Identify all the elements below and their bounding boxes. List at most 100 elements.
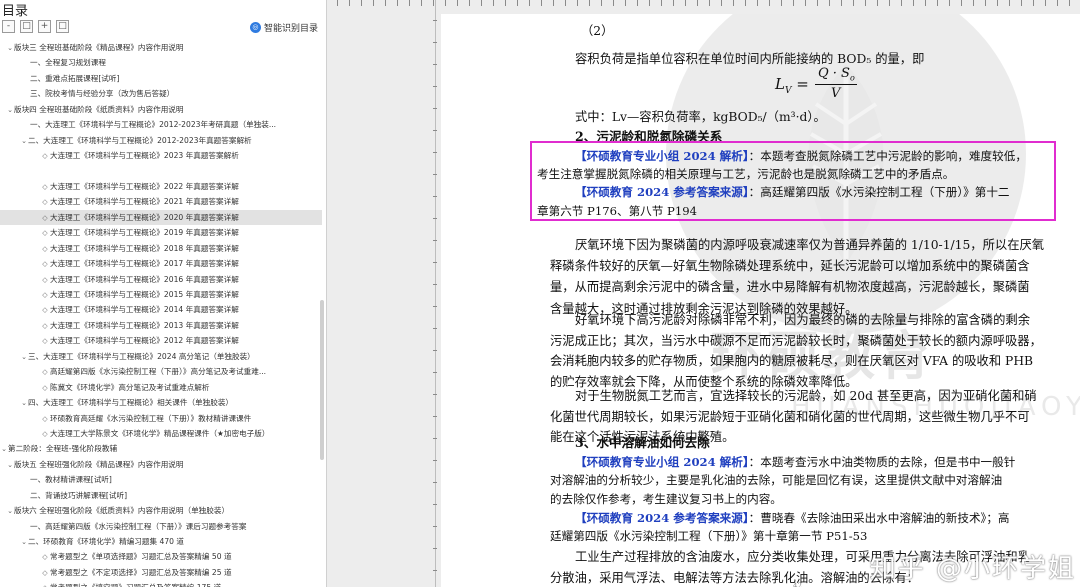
expand-toggle-icon[interactable]: ⌄ bbox=[0, 442, 8, 456]
expand-toggle-icon[interactable]: ⌄ bbox=[6, 504, 14, 518]
bookmark-diamond-icon: ◇ bbox=[42, 306, 48, 315]
expand-all-icon[interactable]: + bbox=[38, 20, 51, 33]
outline-item[interactable]: ⌄版块三 全程班基础阶段《精品课程》内容作用说明 bbox=[0, 40, 322, 55]
expand-toggle-icon[interactable]: ⌄ bbox=[20, 396, 28, 410]
outline-item[interactable]: 一、全程复习规划课程 bbox=[0, 55, 322, 70]
outline-item[interactable]: 二、背诵技巧讲解课程[试听] bbox=[0, 488, 322, 503]
ruler-tick bbox=[601, 0, 602, 6]
outline-item-label: 大连理工《环境科学与工程概论》2019 年真题答案详解 bbox=[50, 228, 239, 238]
ruler-tick bbox=[709, 0, 710, 6]
outline-item[interactable]: ◇ 大连理工大学陈景文《环境化学》精品课程课件（★加密电子版） bbox=[0, 426, 322, 441]
outline-item-label: 大连理工《环境科学与工程概论》2015 年真题答案详解 bbox=[50, 290, 239, 299]
ruler-tick bbox=[433, 42, 437, 43]
ruler-tick bbox=[481, 0, 482, 6]
expand-toggle-icon[interactable]: ⌄ bbox=[20, 350, 28, 364]
outline-item-label: 大连理工《环境科学与工程概论》2022 年真题答案详解 bbox=[50, 181, 239, 191]
outline-item[interactable]: ◇ 高廷耀第四版《水污染控制工程（下册）》高分笔记及考试重难... bbox=[0, 364, 322, 379]
outline-item[interactable]: ◇ 大连理工《环境科学与工程概论》2012 年真题答案详解 bbox=[0, 333, 322, 348]
ruler-tick bbox=[433, 20, 437, 21]
outline-item[interactable]: ◇ 大连理工《环境科学与工程概论》2016 年真题答案详解 bbox=[0, 272, 322, 287]
outline-item[interactable]: ◇ 环硕教育高廷耀《水污染控制工程（下册）》教材精讲课课件 bbox=[0, 411, 322, 426]
bookmark-diamond-icon: ◇ bbox=[42, 321, 48, 330]
outline-item-label: 三、大连理工《环境科学与工程概论》2024 高分笔记（单独胶装） bbox=[28, 351, 255, 361]
paragraph-line: 分散油，采用气浮法、电解法等方法去除乳化油。溶解油的去除有： bbox=[550, 570, 919, 585]
outline-item[interactable]: 一、高廷耀第四版《水污染控制工程（下册）》课后习题参考答案 bbox=[0, 519, 322, 534]
ruler-tick bbox=[433, 240, 437, 241]
outline-item[interactable]: ◇ 大连理工《环境科学与工程概论》2022 年真题答案详解 bbox=[0, 179, 322, 194]
outline-item[interactable]: ◇ 常考题型之《单项选择题》习题汇总及答案精编 50 道 bbox=[0, 549, 322, 564]
bookmark-diamond-icon: ◇ bbox=[42, 568, 48, 577]
outline-item-label: 大连理工《环境科学与工程概论》2021 年真题答案详解 bbox=[50, 197, 239, 207]
ruler-tick bbox=[445, 0, 446, 6]
outline-item[interactable]: 一、大连理工《环境科学与工程概论》2012-2023年考研真题（单独装... bbox=[0, 117, 322, 132]
outline-tree: ⌄版块三 全程班基础阶段《精品课程》内容作用说明 一、全程复习规划课程 二、重难点拓… bbox=[0, 40, 322, 587]
paragraph-line: 式中：Lv—容积负荷率，kgBOD₅/（m³·d）。 bbox=[575, 110, 826, 124]
outline-item[interactable]: ◇ 大连理工《环境科学与工程概论》2020 年真题答案详解 bbox=[0, 209, 322, 226]
outline-scrollbar[interactable] bbox=[320, 300, 324, 460]
analysis-note-line: 【环硕教育专业小组 2024 解析】：本题考查污水中油类物质的去除，但是书中一般… bbox=[575, 455, 1016, 469]
paragraph-line: 会消耗胞内较多的贮存物质，如果胞内的糖原被耗尽，则在厌氧区对 VFA 的吸收和 … bbox=[550, 354, 1034, 369]
outline-item[interactable]: ◇ 大连理工《环境科学与工程概论》2015 年真题答案详解 bbox=[0, 287, 322, 302]
ruler-tick bbox=[337, 0, 338, 6]
outline-item[interactable]: 三、院校考情与经验分享（改为售后答疑） bbox=[0, 86, 322, 101]
outline-item[interactable]: ⌄版块五 全程班强化阶段《精品课程》内容作用说明 bbox=[0, 457, 322, 472]
outline-item[interactable]: ◇ 大连理工《环境科学与工程概论》2017 年真题答案详解 bbox=[0, 256, 322, 271]
smart-toc-button[interactable]: ◎ 智能识别目录 bbox=[249, 21, 318, 34]
outline-item[interactable]: ⌄三、大连理工《环境科学与工程概论》2024 高分笔记（单独胶装） bbox=[0, 349, 322, 364]
ruler-tick bbox=[841, 0, 842, 6]
outline-item-label: 常考题型之《填空题》习题汇总及答案精编 175 道 bbox=[50, 583, 221, 587]
outline-item[interactable]: ◇ 大连理工《环境科学与工程概论》2021 年真题答案详解 bbox=[0, 194, 322, 209]
ruler-tick bbox=[433, 64, 437, 65]
ruler-tick bbox=[505, 0, 506, 6]
outline-item-label: 三、院校考情与经验分享（改为售后答疑） bbox=[30, 89, 175, 99]
paragraph-line: 容积负荷是指单位容积在单位时间内所能接纳的 BOD₅ 的量，即 bbox=[575, 52, 925, 66]
ruler-tick bbox=[721, 0, 722, 6]
paragraph-line: 污泥成正比；其次，当污水中碳源不足而污泥龄较长时，聚磷菌处于较长的额内源呼吸器， bbox=[550, 333, 1042, 348]
expand-toggle-icon[interactable]: ⌄ bbox=[20, 535, 28, 549]
outline-item[interactable]: ⌄第二阶段：全程班-强化阶段教辅 bbox=[0, 441, 322, 456]
outline-item-label: 版块四 全程班基础阶段《纸质资料》内容作用说明 bbox=[14, 104, 184, 114]
outline-item[interactable] bbox=[0, 164, 322, 179]
outline-item[interactable]: ⌄二、大连理工《环境科学与工程概论》2012-2023年真题答案解析 bbox=[0, 133, 322, 148]
ruler-tick bbox=[433, 130, 437, 131]
bookmark-diamond-icon: ◇ bbox=[42, 291, 48, 299]
source-note-line: 【环硕教育 2024 参考答案来源】：曹晓春《去除油田采出水中溶解油的新技术》；… bbox=[575, 511, 1010, 525]
expand-toggle-icon[interactable]: ⌄ bbox=[20, 134, 28, 148]
outline-title: 目录 bbox=[2, 4, 29, 19]
ruler-tick bbox=[433, 218, 437, 219]
expand-toggle-icon[interactable]: ⌄ bbox=[6, 458, 14, 472]
outline-item[interactable]: ◇ 常考题型之《不定项选择》习题汇总及答案精编 25 道 bbox=[0, 565, 322, 580]
ruler-tick bbox=[913, 0, 914, 6]
outline-item-label: 大连理工《环境科学与工程概论》2020 年真题答案详解 bbox=[50, 212, 239, 222]
ruler-tick bbox=[421, 0, 422, 6]
outline-item[interactable]: 一、教材精讲课程[试听] bbox=[0, 472, 322, 487]
bookmark-icon[interactable]: □ bbox=[56, 20, 69, 33]
outline-item[interactable]: ◇ 大连理工《环境科学与工程概论》2014 年真题答案详解 bbox=[0, 302, 322, 317]
outline-item[interactable]: ◇ 大连理工《环境科学与工程概论》2018 年真题答案详解 bbox=[0, 241, 322, 256]
outline-item[interactable]: ⌄二、环硕教育《环境化学》精编习题集 470 道 bbox=[0, 534, 322, 549]
expand-toggle-icon[interactable]: ⌄ bbox=[6, 103, 14, 117]
outline-item[interactable]: ◇ 大连理工《环境科学与工程概论》2023 年真题答案解析 bbox=[0, 148, 322, 163]
ruler-tick bbox=[973, 0, 974, 6]
ruler-tick bbox=[901, 0, 902, 6]
outline-item-label: 二、背诵技巧讲解课程[试听] bbox=[30, 490, 128, 500]
corner-watermark: 知乎 @小环学姐 bbox=[869, 554, 1076, 584]
outline-item-label: 四、大连理工《环境科学与工程概论》相关课件（单独胶装） bbox=[28, 398, 234, 408]
outline-item[interactable]: 二、重难点拓展课程[试听] bbox=[0, 71, 322, 86]
outline-item[interactable]: ⌄版块四 全程班基础阶段《纸质资料》内容作用说明 bbox=[0, 102, 322, 117]
outline-item[interactable]: ◇ 大连理工《环境科学与工程概论》2013 年真题答案详解 bbox=[0, 318, 322, 333]
expand-toggle-icon[interactable]: ⌄ bbox=[6, 41, 14, 55]
outline-item[interactable]: ◇ 大连理工《环境科学与工程概论》2019 年真题答案详解 bbox=[0, 225, 322, 240]
item-number: （2） bbox=[581, 24, 614, 38]
outline-item[interactable]: ⌄版块六 全程班强化阶段《纸质资料》内容作用说明（单独胶装） bbox=[0, 503, 322, 518]
ruler-tick bbox=[433, 174, 437, 175]
outline-item[interactable]: ◇ 陈冀文《环境化学》高分笔记及考试重难点解析 bbox=[0, 380, 322, 395]
bookmark-diamond-icon: ◇ bbox=[42, 553, 48, 562]
outline-item[interactable]: ⌄四、大连理工《环境科学与工程概论》相关课件（单独胶装） bbox=[0, 395, 322, 410]
ruler-tick bbox=[877, 0, 878, 6]
collapse-all-icon[interactable]: - bbox=[2, 20, 15, 33]
ruler-tick bbox=[433, 350, 437, 351]
view-mode-icon[interactable]: □ bbox=[20, 20, 33, 33]
ruler-tick bbox=[577, 0, 578, 6]
outline-item[interactable]: ◇常考题型之《填空题》习题汇总及答案精编 175 道 bbox=[0, 580, 322, 587]
